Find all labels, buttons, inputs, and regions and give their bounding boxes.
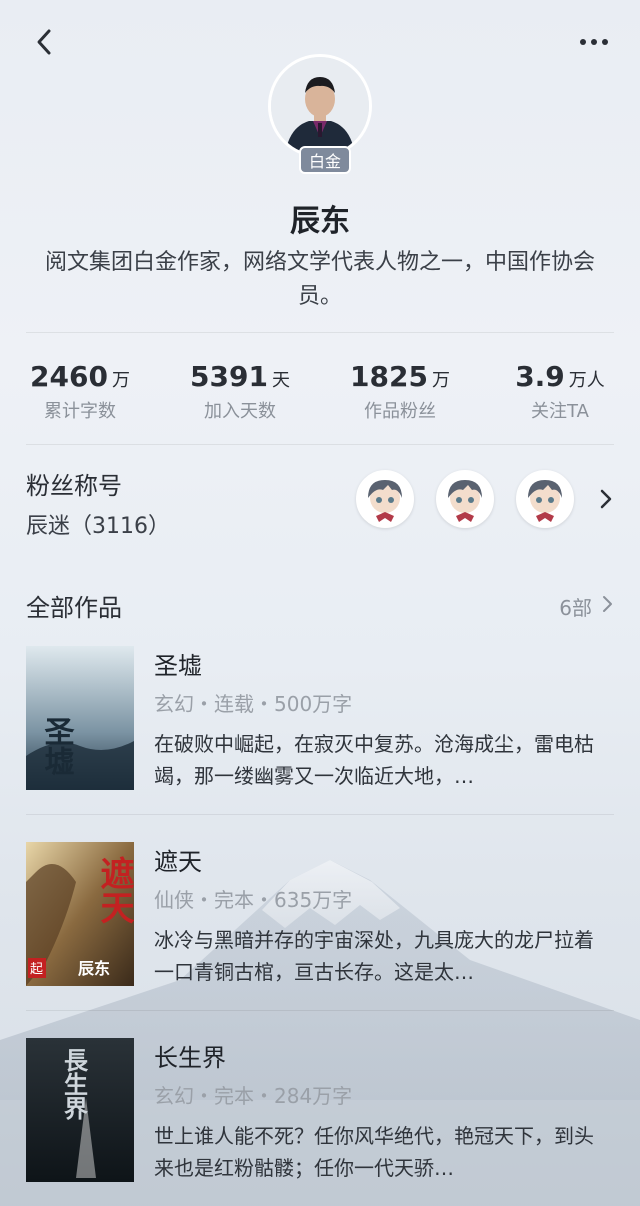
stat-label: 作品粉丝 — [364, 401, 436, 422]
divider — [26, 1010, 614, 1011]
author-portrait — [271, 57, 369, 155]
author-description: 阅文集团白金作家，网络文学代表人物之一，中国作协会员。 — [44, 250, 595, 309]
book-title: 长生界 — [154, 1044, 226, 1072]
book-description: 冰冷与黑暗并存的宇宙深处，九具庞大的龙尸拉着一口青铜古棺，亘古长存。这是太… — [154, 928, 594, 984]
stat-unit: 天 — [271, 370, 290, 391]
stats-row: 2460 万 累计字数 5391 天 加入天数 1825 万 作品粉丝 3.9 万人 关… — [0, 360, 640, 423]
book-cover[interactable]: 圣墟 — [26, 646, 134, 790]
stat-label: 关注TA — [531, 401, 589, 422]
book-cover[interactable]: 長生界 — [26, 1038, 134, 1182]
book-meta: 仙侠・完本・635万字 — [154, 888, 353, 912]
more-dot — [591, 39, 597, 45]
works-count: 6部 — [559, 596, 592, 620]
stat-followers[interactable]: 3.9 万人 关注TA — [480, 360, 640, 423]
stat-value: 2460 — [30, 360, 108, 393]
fan-title-label: 粉丝称号 — [26, 472, 122, 500]
fan-avatar[interactable] — [356, 470, 414, 528]
stat-unit: 万 — [111, 370, 130, 391]
book-description: 在破败中崛起，在寂灭中复苏。沧海成尘，雷电枯竭，那一缕幽雾又一次临近大地，… — [154, 732, 594, 788]
book-cover-art: 遮天 辰东 起 — [26, 842, 134, 986]
book-item[interactable]: 圣墟 圣墟 玄幻・连载・500万字 在破败中崛起，在寂灭中复苏。沧海成尘，雷电枯… — [26, 646, 614, 792]
chevron-right-icon — [603, 596, 612, 612]
stat-label: 加入天数 — [204, 401, 276, 422]
stat-unit: 万 — [431, 370, 450, 391]
cover-title-text: 圣墟 — [39, 716, 75, 776]
author-avatar[interactable] — [268, 54, 372, 158]
stat-join-days[interactable]: 5391 天 加入天数 — [160, 360, 320, 423]
book-title: 圣墟 — [154, 652, 202, 680]
divider — [26, 814, 614, 815]
fan-character-icon — [438, 472, 492, 526]
cover-title-text: 遮天 — [94, 855, 134, 924]
book-meta: 玄幻・连载・500万字 — [154, 692, 353, 716]
platinum-badge: 白金 — [299, 146, 352, 174]
fan-avatar[interactable] — [436, 470, 494, 528]
book-item[interactable]: 遮天 辰东 起 遮天 仙侠・完本・635万字 冰冷与黑暗并存的宇宙深处，九具庞大… — [26, 842, 614, 988]
book-description: 世上谁人能不死？任你风华绝代，艳冠天下，到头来也是红粉骷髅；任你一代天骄… — [154, 1124, 594, 1180]
stat-fans[interactable]: 1825 万 作品粉丝 — [320, 360, 480, 423]
stat-total-words[interactable]: 2460 万 累计字数 — [0, 360, 160, 423]
all-works-header[interactable]: 全部作品 6部 — [26, 588, 614, 622]
book-meta: 玄幻・完本・284万字 — [154, 1084, 353, 1108]
more-dots-icon — [580, 39, 586, 45]
more-button[interactable] — [570, 22, 618, 62]
divider — [26, 332, 614, 333]
book-cover-art: 圣墟 — [26, 646, 134, 790]
stat-label: 累计字数 — [44, 401, 116, 422]
more-dot — [602, 39, 608, 45]
author-name: 辰东 — [290, 204, 350, 239]
book-item[interactable]: 長生界 长生界 玄幻・完本・284万字 世上谁人能不死？任你风华绝代，艳冠天下，… — [26, 1038, 614, 1184]
fan-character-icon — [358, 472, 412, 526]
cover-author-text: 辰东 — [78, 959, 110, 978]
book-cover-art: 長生界 — [26, 1038, 134, 1182]
stat-value: 3.9 — [515, 360, 565, 393]
stat-value: 1825 — [350, 360, 428, 393]
cover-title-text: 長生界 — [60, 1048, 89, 1121]
fan-avatars — [356, 470, 574, 528]
cover-publisher-tag: 起 — [30, 962, 43, 977]
all-works-title: 全部作品 — [26, 594, 122, 622]
back-button[interactable] — [24, 22, 64, 62]
fan-title-section[interactable]: 粉丝称号 辰迷（3116） — [26, 462, 614, 542]
divider — [26, 444, 614, 445]
fan-character-icon — [518, 472, 572, 526]
author-avatar-wrap[interactable]: 白金 — [268, 54, 372, 174]
fan-title-name: 辰迷（3116） — [26, 514, 170, 539]
chevron-left-icon — [37, 29, 51, 55]
book-title: 遮天 — [154, 848, 202, 876]
book-cover[interactable]: 遮天 辰东 起 — [26, 842, 134, 986]
fan-avatar[interactable] — [516, 470, 574, 528]
chevron-right-icon — [600, 489, 612, 509]
stat-unit: 万人 — [568, 370, 605, 391]
stat-value: 5391 — [190, 360, 268, 393]
